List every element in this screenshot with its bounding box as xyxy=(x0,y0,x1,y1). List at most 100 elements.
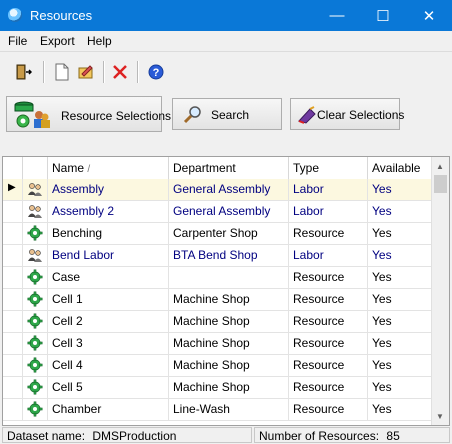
cell-name: Chamber xyxy=(48,399,169,420)
cell-available: Yes xyxy=(372,270,392,284)
app-icon xyxy=(8,8,22,22)
sort-indicator-icon: / xyxy=(87,164,91,175)
cell-department: Machine Shop xyxy=(169,289,289,310)
scroll-down-icon[interactable]: ▼ xyxy=(436,412,444,421)
gear-icon xyxy=(27,269,43,288)
menu-export[interactable]: Export xyxy=(40,34,75,48)
resource-selections-button[interactable]: Resource Selections xyxy=(6,96,171,132)
table-row[interactable]: Cell 2 Machine Shop Resource Yes xyxy=(3,311,433,333)
row-icon-cell xyxy=(23,377,48,398)
resource-selections-icon xyxy=(12,99,52,129)
cell-department xyxy=(169,267,289,288)
cell-type: Resource xyxy=(289,289,368,310)
cell-department: Carpenter Shop xyxy=(169,223,289,244)
cell-available: Yes xyxy=(372,358,392,372)
table-row[interactable]: Cell 5 Machine Shop Resource Yes xyxy=(3,377,433,399)
gear-icon xyxy=(27,291,43,310)
cell-name: Cell 1 xyxy=(48,289,169,310)
row-icon-cell xyxy=(23,289,48,310)
cell-name: Benching xyxy=(48,223,169,244)
table-row[interactable]: Case Resource Yes xyxy=(3,267,433,289)
dataset-panel: Dataset name: DMSProduction xyxy=(2,427,252,443)
status-bar: Dataset name: DMSProduction Number of Re… xyxy=(0,426,452,444)
cell-type: Resource xyxy=(289,377,368,398)
row-indicator xyxy=(3,311,23,332)
cell-name: Cell 5 xyxy=(48,377,169,398)
minimize-button[interactable]: — xyxy=(314,0,360,31)
eraser-icon xyxy=(296,105,318,128)
cell-type: Resource xyxy=(289,333,368,354)
people-icon xyxy=(27,247,43,266)
row-indicator xyxy=(3,399,23,420)
cell-department: BTA Bend Shop xyxy=(169,245,289,266)
resource-count-panel: Number of Resources: 85 xyxy=(254,427,450,443)
row-indicator xyxy=(3,377,23,398)
table-row[interactable]: Cell 1 Machine Shop Resource Yes xyxy=(3,289,433,311)
toolbar-separator xyxy=(43,61,45,83)
row-icon-cell xyxy=(23,333,48,354)
cell-department: General Assembly xyxy=(169,201,289,222)
row-icon-cell xyxy=(23,223,48,244)
table-row[interactable]: Benching Carpenter Shop Resource Yes xyxy=(3,223,433,245)
gear-icon xyxy=(27,401,43,420)
cell-department: Machine Shop xyxy=(169,311,289,332)
row-indicator xyxy=(3,267,23,288)
resource-selections-label: Resource Selections xyxy=(61,109,172,123)
row-icon-cell xyxy=(23,311,48,332)
row-icon-cell xyxy=(23,179,48,200)
row-indicator xyxy=(3,289,23,310)
row-icon-cell xyxy=(23,267,48,288)
cell-name: Cell 3 xyxy=(48,333,169,354)
table-row[interactable]: Chamber Line-Wash Resource Yes xyxy=(3,399,433,421)
cell-available: Yes xyxy=(372,292,392,306)
column-header-department[interactable]: Department xyxy=(169,157,289,179)
toolbar-separator xyxy=(137,61,139,83)
column-header-name[interactable]: Name / xyxy=(48,157,169,179)
menu-help[interactable]: Help xyxy=(87,34,112,48)
cell-available: Yes xyxy=(372,402,392,416)
gear-icon xyxy=(27,379,43,398)
row-indicator xyxy=(3,201,23,222)
cell-name: Cell 4 xyxy=(48,355,169,376)
cell-available: Yes xyxy=(372,182,392,196)
column-header-available[interactable]: Available xyxy=(368,157,433,179)
table-row[interactable]: Cell 3 Machine Shop Resource Yes xyxy=(3,333,433,355)
table-row[interactable]: Assembly 2 General Assembly Labor Yes xyxy=(3,201,433,223)
column-header-type[interactable]: Type xyxy=(289,157,368,179)
cell-type: Resource xyxy=(289,267,368,288)
cell-type: Labor xyxy=(289,245,368,266)
exit-icon[interactable] xyxy=(12,61,34,83)
window-title: Resources xyxy=(30,8,93,23)
table-row[interactable]: Bend Labor BTA Bend Shop Labor Yes xyxy=(3,245,433,267)
help-icon[interactable]: ? xyxy=(145,61,167,83)
cell-department: Machine Shop xyxy=(169,377,289,398)
toolbar: ? xyxy=(0,51,452,92)
clear-selections-button[interactable]: Clear Selections xyxy=(290,98,404,130)
dataset-label: Dataset name: xyxy=(7,429,86,443)
gear-icon xyxy=(27,335,43,354)
svg-text:?: ? xyxy=(153,67,160,79)
scrollbar-thumb[interactable] xyxy=(434,175,447,193)
vertical-scrollbar[interactable]: ▲ ▼ xyxy=(431,157,449,425)
scroll-up-icon[interactable]: ▲ xyxy=(436,162,444,171)
gear-icon xyxy=(27,225,43,244)
table-row[interactable]: Cell 4 Machine Shop Resource Yes xyxy=(3,355,433,377)
maximize-button[interactable]: ☐ xyxy=(360,0,406,31)
table-row[interactable]: ▶ Assembly General Assembly Labor Yes xyxy=(3,179,433,201)
row-indicator-header xyxy=(3,157,23,179)
people-icon xyxy=(27,203,43,222)
close-button[interactable]: ✕ xyxy=(406,0,452,31)
cell-department: Line-Wash xyxy=(169,399,289,420)
row-indicator xyxy=(3,355,23,376)
delete-icon[interactable] xyxy=(109,61,131,83)
search-button[interactable]: Search xyxy=(172,98,282,130)
edit-document-icon[interactable] xyxy=(75,61,97,83)
cell-type: Resource xyxy=(289,399,368,420)
row-icon-cell xyxy=(23,201,48,222)
menu-file[interactable]: File xyxy=(8,34,27,48)
cell-name: Assembly 2 xyxy=(48,201,169,222)
row-indicator xyxy=(3,333,23,354)
search-label: Search xyxy=(211,108,250,122)
new-document-icon[interactable] xyxy=(51,61,73,83)
resource-count-label: Number of Resources: xyxy=(259,429,380,443)
